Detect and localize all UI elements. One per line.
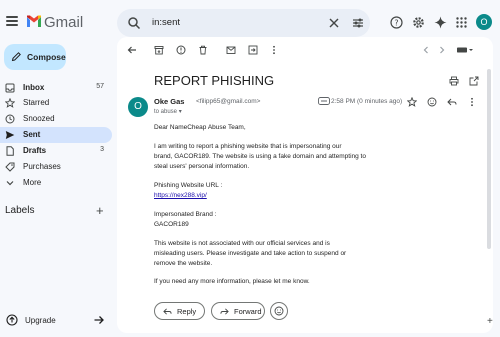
report-spam-icon[interactable] bbox=[176, 45, 186, 55]
sender-email: <filipp65@gmail.com> bbox=[196, 97, 261, 105]
body-line: steal users' personal information. bbox=[154, 163, 250, 170]
body-greeting: Dear NameCheap Abuse Team, bbox=[154, 124, 246, 131]
chevron-left-icon[interactable] bbox=[421, 45, 431, 55]
draft-icon bbox=[6, 146, 14, 156]
gemini-sparkle-icon[interactable] bbox=[434, 16, 447, 29]
body-line: remove the website. bbox=[154, 260, 213, 267]
sidebar-item-label: Snoozed bbox=[23, 114, 55, 123]
label-tag-icon bbox=[318, 97, 330, 105]
clock-icon bbox=[5, 114, 15, 124]
arrow-right-icon[interactable] bbox=[93, 314, 105, 326]
back-arrow-icon[interactable] bbox=[127, 45, 137, 55]
compose-label: Compose bbox=[27, 52, 66, 62]
email-subject: REPORT PHISHING bbox=[154, 73, 275, 88]
star-icon bbox=[5, 98, 15, 108]
forward-button[interactable]: Forward bbox=[211, 302, 265, 320]
forward-label: Forward bbox=[234, 307, 262, 316]
more-vert-icon[interactable] bbox=[269, 45, 279, 55]
body-line: Impersonated Brand : bbox=[154, 211, 217, 218]
emoji-icon[interactable] bbox=[427, 97, 437, 107]
inbox-count: 57 bbox=[96, 83, 104, 90]
message-scrollbar[interactable] bbox=[485, 61, 493, 331]
reply-icon bbox=[163, 308, 172, 315]
print-icon[interactable] bbox=[449, 76, 459, 86]
settings-gear-icon[interactable] bbox=[412, 16, 425, 29]
sidebar-item-snoozed[interactable]: Snoozed bbox=[0, 111, 112, 127]
send-icon bbox=[5, 131, 15, 139]
chevron-down-icon bbox=[6, 181, 14, 186]
sidebar-item-inbox[interactable]: Inbox 57 bbox=[0, 80, 112, 96]
tag-icon bbox=[5, 162, 15, 172]
gmail-logo-icon[interactable] bbox=[26, 14, 42, 28]
phishing-url-link[interactable]: https://nex288.vip/ bbox=[154, 192, 207, 199]
body-line: misleading users. Please investigate and… bbox=[154, 250, 347, 257]
clear-search-icon[interactable] bbox=[327, 16, 341, 30]
main-menu-icon[interactable] bbox=[6, 16, 18, 26]
apps-grid-icon[interactable] bbox=[455, 16, 468, 29]
search-input[interactable]: in:sent bbox=[152, 17, 180, 28]
star-icon[interactable] bbox=[407, 97, 417, 107]
forward-icon bbox=[220, 308, 229, 315]
sidebar-item-drafts[interactable]: Drafts 3 bbox=[0, 143, 112, 159]
app-brand: Gmail bbox=[44, 14, 84, 31]
body-line: Phishing Website URL : bbox=[154, 182, 223, 189]
recipient-line: to abuse bbox=[154, 109, 178, 115]
account-avatar[interactable]: O bbox=[476, 14, 492, 30]
chevron-right-icon[interactable] bbox=[437, 45, 447, 55]
compose-button[interactable]: Compose bbox=[4, 44, 66, 70]
recipient-details[interactable]: to abuse ▾ bbox=[154, 108, 182, 115]
open-new-window-icon[interactable] bbox=[469, 76, 479, 86]
emoji-icon bbox=[274, 306, 284, 316]
sidebar-item-label: Starred bbox=[23, 98, 50, 107]
sidebar-item-starred[interactable]: Starred bbox=[0, 95, 112, 111]
inbox-icon bbox=[5, 83, 15, 93]
trash-icon[interactable] bbox=[198, 45, 208, 55]
sidebar-item-label: More bbox=[23, 178, 42, 187]
search-icon[interactable] bbox=[127, 16, 141, 30]
search-options-icon[interactable] bbox=[351, 16, 365, 30]
add-label-icon[interactable]: + bbox=[96, 203, 104, 218]
reply-button[interactable]: Reply bbox=[154, 302, 205, 320]
more-vert-icon[interactable] bbox=[467, 97, 477, 107]
message-panel: REPORT PHISHING O Oke Gas <filipp65@gmai… bbox=[117, 37, 493, 333]
sidebar-item-more[interactable]: More bbox=[0, 175, 112, 191]
drafts-count: 3 bbox=[100, 146, 104, 153]
sidebar-item-label: Inbox bbox=[23, 83, 45, 92]
reply-icon[interactable] bbox=[447, 97, 457, 107]
input-tools-icon[interactable] bbox=[456, 45, 474, 55]
sidebar-item-label: Drafts bbox=[23, 146, 47, 155]
archive-icon[interactable] bbox=[154, 45, 164, 55]
mark-unread-icon[interactable] bbox=[226, 45, 236, 55]
emoji-reaction-button[interactable] bbox=[270, 302, 288, 320]
sender-name: Oke Gas bbox=[154, 97, 185, 106]
search-bar[interactable]: in:sent bbox=[117, 9, 370, 37]
reply-label: Reply bbox=[177, 307, 197, 316]
sidebar-item-label: Purchases bbox=[23, 162, 61, 171]
upgrade-icon bbox=[6, 314, 18, 326]
svg-text:?: ? bbox=[394, 18, 398, 27]
sender-avatar[interactable]: O bbox=[128, 97, 148, 117]
pencil-icon bbox=[11, 52, 21, 62]
body-line: This website is not associated with our … bbox=[154, 240, 330, 247]
move-to-icon[interactable] bbox=[248, 45, 258, 55]
upgrade-link[interactable]: Upgrade bbox=[25, 316, 56, 325]
help-icon[interactable]: ? bbox=[390, 16, 403, 29]
sidebar-item-purchases[interactable]: Purchases bbox=[0, 159, 112, 175]
sidebar-item-sent[interactable]: Sent bbox=[0, 127, 112, 143]
body-line: I am writing to report a phishing websit… bbox=[154, 143, 342, 150]
scrollbar-thumb[interactable] bbox=[487, 69, 491, 249]
labels-heading: Labels bbox=[5, 205, 35, 216]
email-timestamp: 2:58 PM (0 minutes ago) bbox=[331, 98, 403, 105]
body-line: brand, GACOR189. The website is using a … bbox=[154, 153, 366, 160]
body-line: GACOR189 bbox=[154, 221, 189, 228]
sidebar-item-label: Sent bbox=[23, 130, 41, 139]
body-line: If you need any more information, please… bbox=[154, 278, 310, 285]
get-add-ons-icon[interactable]: + bbox=[487, 316, 493, 327]
